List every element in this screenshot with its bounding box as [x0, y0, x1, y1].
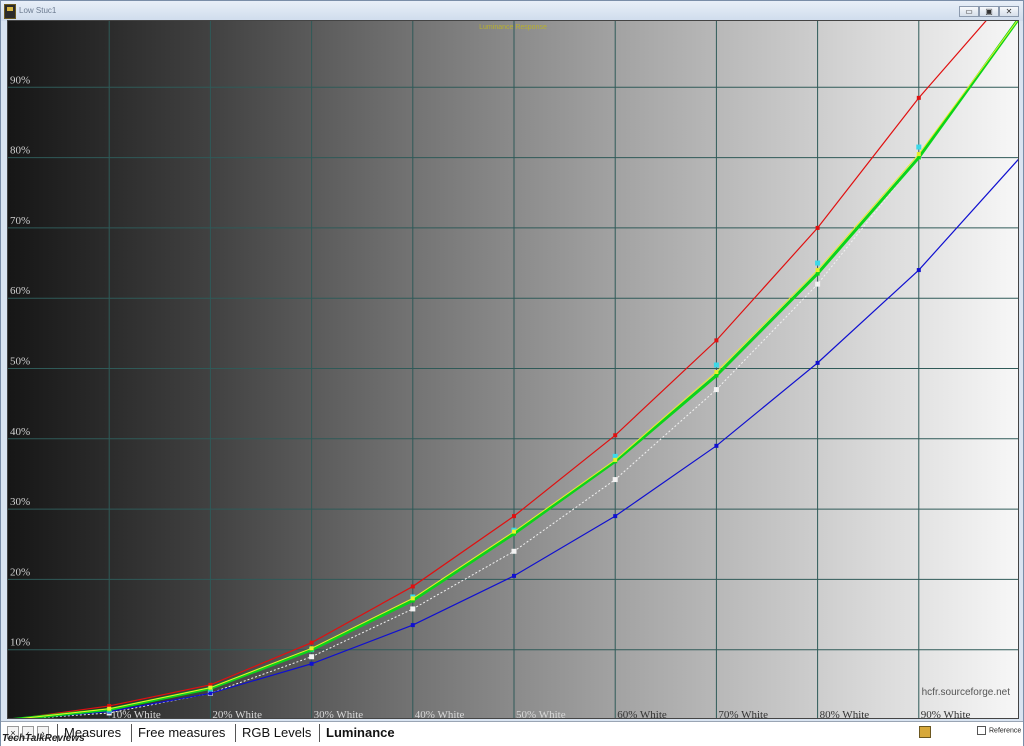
series-point-white [815, 281, 821, 287]
x-tick-label: 60% White [617, 709, 667, 719]
x-tick-label: 70% White [718, 709, 768, 719]
y-tick-label: 90% [10, 74, 30, 86]
x-tick-label: 40% White [415, 709, 465, 719]
series-point-cyan [713, 362, 719, 368]
y-tick-label: 60% [10, 285, 30, 297]
y-tick-label: 70% [10, 215, 30, 227]
y-tick-label: 30% [10, 496, 30, 508]
restore-button[interactable]: ▣ [979, 6, 999, 17]
x-tick-label: 50% White [516, 709, 566, 719]
series-point-white [410, 606, 416, 612]
series-point-yellow [410, 596, 415, 601]
watermark-logo: TechTalkReviews [2, 733, 85, 744]
window-title: Low Stuc1 [19, 6, 57, 15]
series-point-cyan [916, 144, 922, 150]
series-point-yellow [714, 370, 719, 375]
close-button[interactable]: ✕ [999, 6, 1019, 17]
series-point-yellow [107, 706, 112, 711]
series-point-blue [714, 443, 719, 448]
series-point-blue [916, 268, 921, 273]
tab-rgb-levels[interactable]: RGB Levels [235, 724, 317, 742]
series-point-red [410, 584, 415, 589]
tab-free-measures[interactable]: Free measures [131, 724, 231, 742]
series-point-red [512, 514, 516, 519]
tab-luminance[interactable]: Luminance [319, 724, 401, 742]
reference-label: Reference [989, 727, 1022, 735]
reference-checkbox[interactable] [977, 726, 986, 735]
app-icon [4, 4, 16, 19]
x-tick-label: 20% White [212, 709, 262, 719]
series-point-red [916, 95, 921, 100]
x-tick-label: 80% White [820, 709, 870, 719]
series-point-blue [410, 623, 415, 628]
status-icon [919, 726, 931, 738]
x-tick-label: 30% White [314, 709, 364, 719]
series-point-red [815, 225, 820, 230]
y-tick-label: 20% [10, 566, 30, 578]
series-point-red [613, 433, 618, 438]
series-point-yellow [815, 268, 820, 273]
title-bar: Low Stuc1 ▭ ▣ ✕ [1, 1, 1023, 21]
x-tick-label: 10% White [111, 709, 161, 719]
series-point-yellow [208, 685, 213, 690]
series-point-blue [1018, 156, 1019, 160]
tab-bar: × ‹ › Measures Free measures RGB Levels … [1, 721, 1023, 746]
series-point-yellow [613, 457, 618, 462]
series-point-white [713, 387, 719, 393]
y-tick-label: 50% [10, 356, 30, 368]
series-point-blue [208, 691, 213, 696]
series-point-green [714, 373, 719, 378]
chart-canvas: 10% 20% 30% 40% 50% 60% 70% 80% 90% 10% White 20% … [8, 21, 1019, 719]
y-tick-label: 10% [10, 637, 30, 649]
series-point-yellow [309, 646, 314, 651]
luminance-chart: 10% 20% 30% 40% 50% 60% 70% 80% 90% 10% White 20% … [7, 20, 1019, 719]
minimize-button[interactable]: ▭ [959, 6, 979, 17]
series-point-blue [309, 661, 314, 666]
series-point-cyan [815, 260, 821, 266]
series-point-yellow [512, 529, 516, 534]
x-tick-label: 90% White [921, 709, 971, 719]
reference-toggle[interactable]: Reference [977, 726, 1021, 735]
app-window: Low Stuc1 ▭ ▣ ✕ 10% 20% 30% 40% 50% 60% 70% 80%… [0, 0, 1024, 746]
chart-title: Luminance Response [479, 24, 547, 31]
series-point-yellow [916, 152, 921, 157]
series-point-blue [613, 514, 618, 519]
series-point-white [612, 477, 618, 483]
series-point-red [714, 338, 719, 343]
y-tick-label: 40% [10, 426, 30, 438]
series-point-red [309, 640, 314, 645]
series-point-blue [512, 573, 516, 578]
y-tick-label: 80% [10, 145, 30, 157]
series-point-blue [815, 360, 820, 365]
watermark: hcfr.sourceforge.net [921, 687, 1010, 698]
series-point-white [511, 548, 517, 554]
series-point-white [309, 654, 315, 660]
